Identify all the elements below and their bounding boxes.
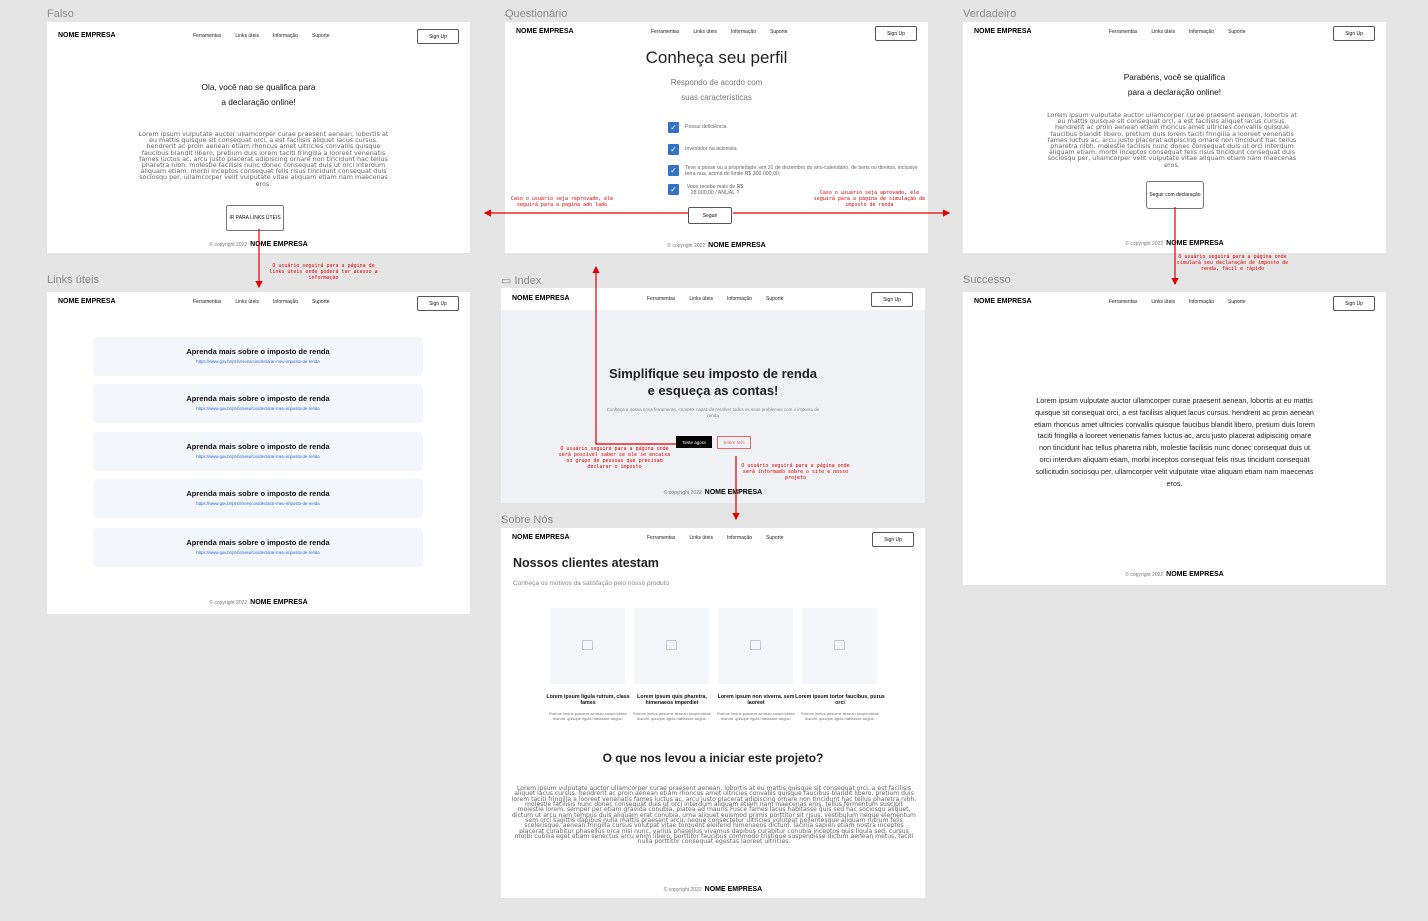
note-index-left: O usuário seguirá para a página onde ser…	[558, 446, 671, 470]
note-aprovado: Caso o usuário seja aprovado, ele seguir…	[813, 190, 926, 208]
note-verdadeiro: O usuário seguirá para a página onde sim…	[1176, 254, 1289, 272]
note-index-right: O usuário seguirá para a página onde ser…	[741, 463, 850, 481]
flow-arrows	[255, 207, 1179, 521]
note-reprovado: Caso o usuário seja reprovado, ele segui…	[510, 196, 614, 208]
arrow-to-questionario	[592, 265, 676, 445]
note-links: O usuário seguirá para a página de links…	[269, 263, 378, 281]
